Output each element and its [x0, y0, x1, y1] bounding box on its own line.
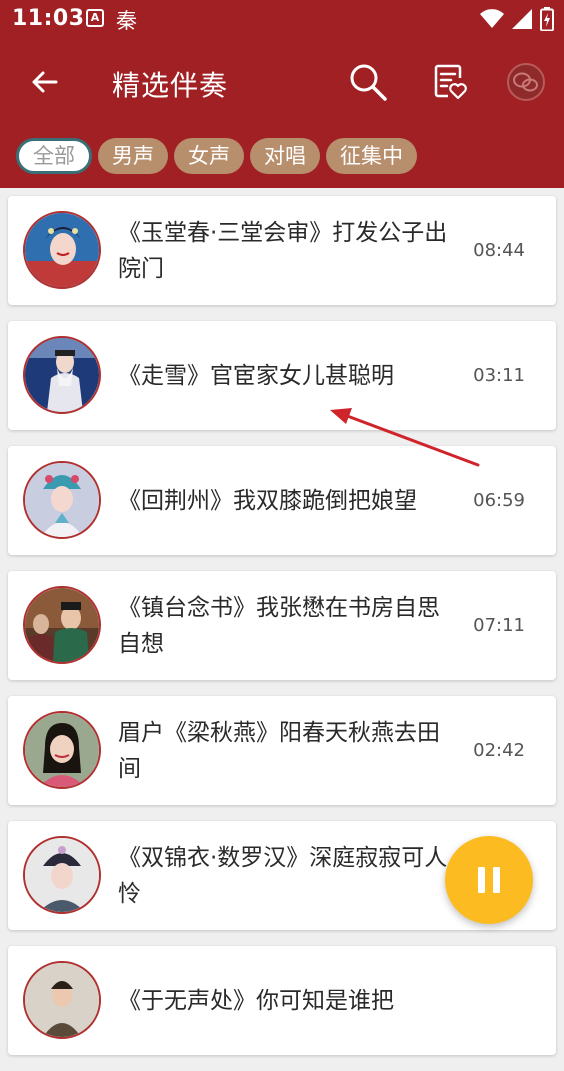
tab-male-voice[interactable]: 男声 [98, 138, 168, 174]
back-button[interactable] [22, 62, 66, 102]
app-header: 11:03 A 秦 精选伴奏 全部 男声 女声 对唱 征集中 [0, 0, 564, 188]
status-icons [480, 7, 554, 31]
song-avatar [23, 586, 101, 664]
tab-collecting[interactable]: 征集中 [326, 138, 417, 174]
tab-duet[interactable]: 对唱 [250, 138, 320, 174]
chat-icon [507, 63, 545, 101]
song-avatar [23, 211, 101, 289]
a-notification-icon: A [86, 9, 104, 27]
song-avatar [23, 961, 101, 1039]
song-avatar [23, 336, 101, 414]
chat-button[interactable] [502, 58, 550, 106]
wifi-icon [480, 9, 504, 28]
song-title: 《于无声处》你可知是谁把 [118, 987, 394, 1014]
category-tabs: 全部 男声 女声 对唱 征集中 [16, 138, 417, 174]
toolbar: 精选伴奏 [0, 48, 564, 118]
song-avatar [23, 711, 101, 789]
battery-icon [540, 7, 554, 31]
signal-icon [512, 9, 532, 29]
song-title: 《镇台念书》我张懋在书房自思自想 [118, 594, 440, 657]
song-avatar [23, 836, 101, 914]
song-duration: 08:44 [473, 240, 525, 261]
song-item[interactable]: 眉户《梁秋燕》阳春天秋燕去田间 02:42 [8, 696, 556, 805]
song-item[interactable]: 《走雪》官宦家女儿甚聪明 03:11 [8, 321, 556, 430]
search-icon [350, 64, 387, 101]
tab-female-voice[interactable]: 女声 [174, 138, 244, 174]
song-item[interactable]: 《镇台念书》我张懋在书房自思自想 07:11 [8, 571, 556, 680]
song-avatar [23, 461, 101, 539]
search-button[interactable] [344, 58, 392, 106]
song-item[interactable]: 《回荆州》我双膝跪倒把娘望 06:59 [8, 446, 556, 555]
song-item[interactable]: 《玉堂春·三堂会审》打发公子出院门 08:44 [8, 196, 556, 305]
song-title: 《玉堂春·三堂会审》打发公子出院门 [118, 219, 448, 282]
song-title: 眉户《梁秋燕》阳春天秋燕去田间 [118, 719, 440, 782]
song-title: 《双锦衣·数罗汉》深庭寂寂可人怜 [118, 844, 448, 907]
song-list: 《玉堂春·三堂会审》打发公子出院门 08:44 《走雪》官宦家女儿甚聪明 03:… [8, 196, 556, 1071]
song-duration: 02:42 [473, 740, 525, 761]
song-title: 《走雪》官宦家女儿甚聪明 [118, 362, 394, 389]
song-title: 《回荆州》我双膝跪倒把娘望 [118, 487, 417, 514]
song-duration: 07:11 [473, 615, 525, 636]
page-title: 精选伴奏 [112, 69, 229, 102]
favorites-list-icon [434, 64, 467, 100]
pause-button[interactable] [445, 836, 533, 924]
song-duration: 06:59 [473, 490, 525, 511]
status-time: 11:03 [12, 6, 85, 31]
tab-all[interactable]: 全部 [16, 138, 92, 174]
app-notification-label: 秦 [116, 9, 137, 33]
favorites-list-button[interactable] [426, 58, 474, 106]
pause-icon [474, 867, 504, 893]
back-arrow-icon [32, 71, 58, 93]
song-item[interactable]: 《于无声处》你可知是谁把 [8, 946, 556, 1055]
song-duration: 03:11 [473, 365, 525, 386]
status-bar: 11:03 A 秦 [0, 0, 564, 40]
